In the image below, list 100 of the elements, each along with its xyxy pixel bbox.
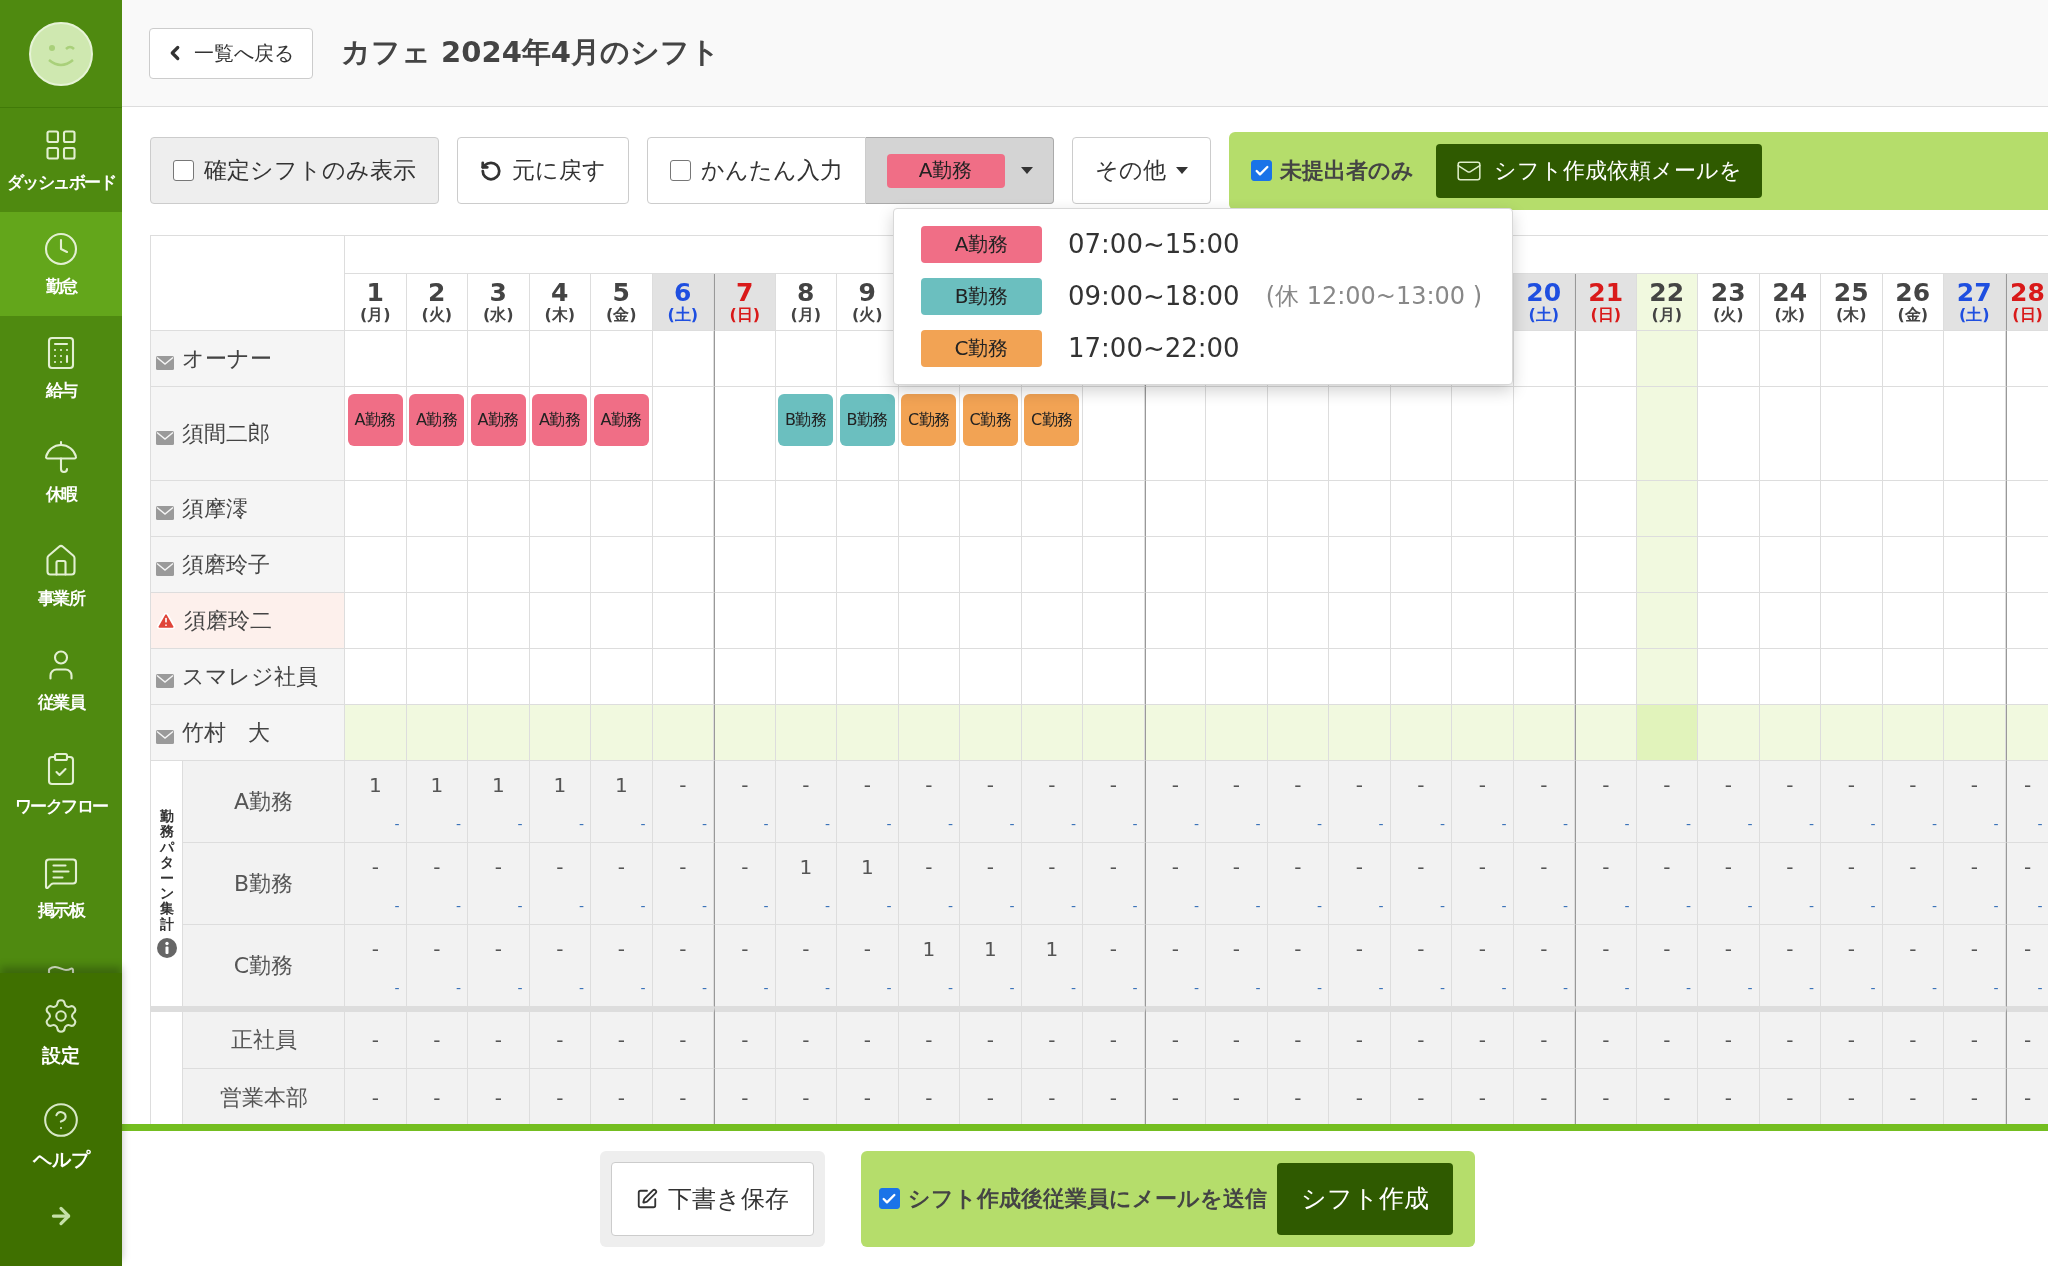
employee-name-cell[interactable]: 須磨玲子 <box>151 537 345 593</box>
table-cell[interactable] <box>898 481 960 537</box>
undo-button[interactable]: 元に戻す <box>457 137 629 204</box>
back-button[interactable]: 一覧へ戻る <box>149 27 313 79</box>
table-cell[interactable]: A勤務 <box>529 387 591 481</box>
table-cell[interactable] <box>652 705 714 761</box>
table-cell[interactable] <box>1206 387 1268 481</box>
table-cell[interactable] <box>1267 593 1329 649</box>
table-cell[interactable]: A勤務 <box>468 387 530 481</box>
table-cell[interactable] <box>1206 481 1268 537</box>
table-cell[interactable]: B勤務 <box>837 387 899 481</box>
create-shift-button[interactable]: シフト作成 <box>1276 1162 1453 1235</box>
checkbox[interactable] <box>1251 160 1272 181</box>
menu-item[interactable]: C勤務 17:00~22:00 <box>921 322 1512 374</box>
table-cell[interactable] <box>1452 387 1514 481</box>
table-cell[interactable] <box>468 705 530 761</box>
table-cell[interactable] <box>1267 481 1329 537</box>
table-cell[interactable] <box>1821 705 1883 761</box>
table-cell[interactable] <box>345 481 407 537</box>
table-cell[interactable] <box>775 593 837 649</box>
employee-name-cell[interactable]: 竹村 大 <box>151 705 345 761</box>
sidebar-item[interactable]: ヘルプ <box>0 1085 122 1189</box>
table-cell[interactable] <box>2005 705 2048 761</box>
table-cell[interactable] <box>1759 705 1821 761</box>
table-cell[interactable] <box>1882 649 1944 705</box>
table-cell[interactable] <box>2005 387 2048 481</box>
smiley-logo[interactable] <box>29 21 93 86</box>
table-cell[interactable] <box>468 537 530 593</box>
table-cell[interactable] <box>1698 705 1760 761</box>
table-cell[interactable] <box>345 649 407 705</box>
table-cell[interactable] <box>652 481 714 537</box>
table-cell[interactable] <box>591 649 653 705</box>
table-cell[interactable] <box>1821 481 1883 537</box>
checkbox[interactable] <box>670 160 691 181</box>
table-cell[interactable] <box>1575 705 1637 761</box>
table-cell[interactable] <box>1944 705 2006 761</box>
table-cell[interactable] <box>1575 481 1637 537</box>
table-cell[interactable] <box>1821 649 1883 705</box>
table-cell[interactable] <box>652 387 714 481</box>
shift-badge[interactable]: A勤務 <box>593 394 649 446</box>
sidebar-item[interactable]: 従業員 <box>0 628 122 732</box>
table-cell[interactable] <box>1390 649 1452 705</box>
table-cell[interactable] <box>898 537 960 593</box>
table-cell[interactable] <box>1882 705 1944 761</box>
table-cell[interactable] <box>468 481 530 537</box>
table-cell[interactable] <box>1759 649 1821 705</box>
table-cell[interactable] <box>1144 649 1206 705</box>
table-cell[interactable] <box>960 537 1022 593</box>
shift-badge[interactable]: C勤務 <box>1024 394 1080 446</box>
table-cell[interactable] <box>1452 649 1514 705</box>
table-cell[interactable] <box>714 649 776 705</box>
table-cell[interactable] <box>529 537 591 593</box>
table-cell[interactable] <box>2005 331 2048 387</box>
table-cell[interactable] <box>1759 593 1821 649</box>
table-cell[interactable] <box>1513 705 1575 761</box>
table-cell[interactable] <box>1821 387 1883 481</box>
table-cell[interactable] <box>837 593 899 649</box>
table-cell[interactable] <box>1390 593 1452 649</box>
table-cell[interactable] <box>1390 537 1452 593</box>
table-cell[interactable] <box>1390 481 1452 537</box>
shift-badge[interactable]: C勤務 <box>962 394 1018 446</box>
table-cell[interactable] <box>1944 331 2006 387</box>
table-cell[interactable] <box>1821 537 1883 593</box>
table-cell[interactable] <box>714 705 776 761</box>
table-cell[interactable] <box>1636 537 1698 593</box>
table-cell[interactable] <box>1513 331 1575 387</box>
table-cell[interactable] <box>960 481 1022 537</box>
pattern-select[interactable]: A勤務 <box>866 137 1054 204</box>
table-cell[interactable]: C勤務 <box>898 387 960 481</box>
table-cell[interactable] <box>591 593 653 649</box>
table-cell[interactable] <box>1575 537 1637 593</box>
table-cell[interactable] <box>1329 537 1391 593</box>
table-cell[interactable] <box>1882 537 1944 593</box>
table-cell[interactable] <box>1575 649 1637 705</box>
table-cell[interactable] <box>2005 593 2048 649</box>
table-cell[interactable] <box>1513 593 1575 649</box>
table-cell[interactable] <box>1144 387 1206 481</box>
table-cell[interactable] <box>960 593 1022 649</box>
table-cell[interactable] <box>2005 481 2048 537</box>
table-cell[interactable] <box>345 537 407 593</box>
table-cell[interactable] <box>1329 387 1391 481</box>
table-cell[interactable] <box>406 705 468 761</box>
table-cell[interactable] <box>1944 387 2006 481</box>
table-cell[interactable] <box>1267 705 1329 761</box>
notify-employees-toggle[interactable]: シフト作成後従業員にメールを送信 <box>878 1183 1267 1214</box>
save-draft-button[interactable]: 下書き保存 <box>610 1161 814 1236</box>
table-cell[interactable] <box>837 537 899 593</box>
table-cell[interactable] <box>775 481 837 537</box>
table-cell[interactable] <box>1021 705 1083 761</box>
table-cell[interactable] <box>1821 331 1883 387</box>
table-cell[interactable] <box>1759 331 1821 387</box>
table-cell[interactable] <box>1267 649 1329 705</box>
table-cell[interactable] <box>1513 481 1575 537</box>
table-cell[interactable] <box>1759 387 1821 481</box>
employee-name-cell[interactable]: スマレジ社員 <box>151 649 345 705</box>
other-button[interactable]: その他 <box>1072 137 1211 204</box>
table-cell[interactable] <box>2005 649 2048 705</box>
table-cell[interactable] <box>837 481 899 537</box>
table-cell[interactable] <box>1083 705 1145 761</box>
table-cell[interactable]: A勤務 <box>591 387 653 481</box>
